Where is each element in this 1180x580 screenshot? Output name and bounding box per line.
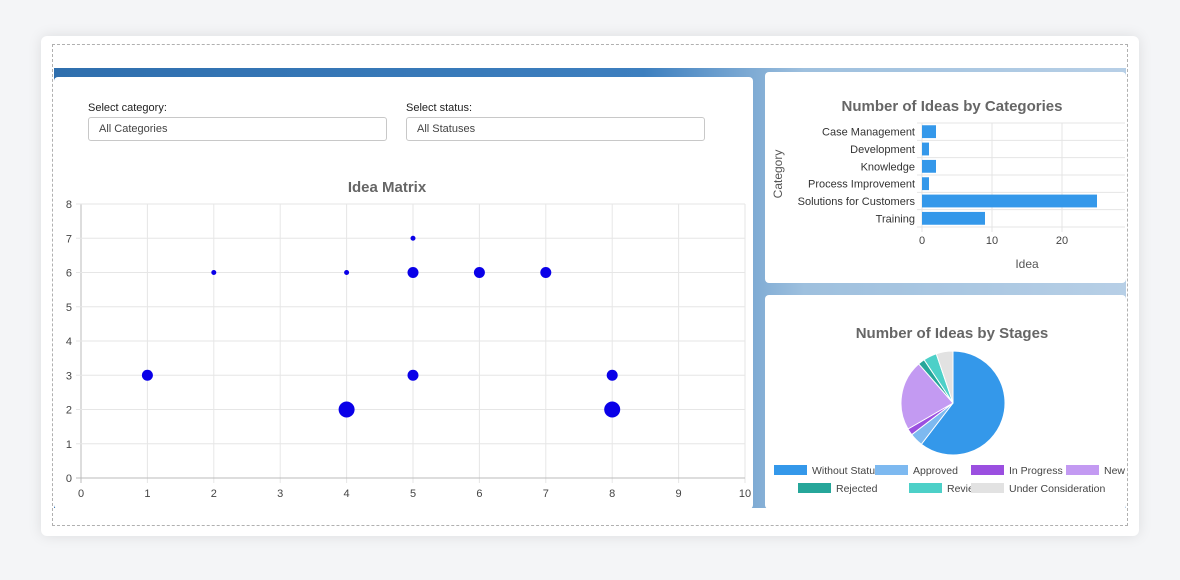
category-label: Solutions for Customers	[798, 196, 916, 208]
category-label: Knowledge	[861, 161, 915, 173]
x-tick-label: 6	[476, 488, 482, 500]
scatter-point	[473, 267, 485, 278]
legend-label: Under Consideration	[1009, 483, 1105, 495]
y-tick-label: 7	[66, 233, 72, 245]
categories-panel: Number of Ideas by Categories Category I…	[765, 72, 1126, 283]
x-tick-label: 9	[676, 488, 682, 500]
y-tick-label: 3	[66, 370, 72, 382]
x-tick-label: 2	[211, 488, 217, 500]
scatter-point	[407, 267, 419, 278]
x-tick-label: 7	[543, 488, 549, 500]
x-tick-label: 3	[277, 488, 283, 500]
idea-matrix-panel: Select category: All Categories Select s…	[54, 77, 753, 509]
x-tick-label: 0	[78, 488, 84, 500]
stages-pie-chart: Number of Ideas by Stages Without Status…	[774, 325, 1125, 495]
category-label: Development	[850, 144, 915, 156]
y-axis-label: Category	[771, 150, 785, 199]
y-tick-label: 0	[66, 473, 72, 485]
category-label: Case Management	[822, 127, 915, 139]
x-tick-label: 8	[609, 488, 615, 500]
legend-swatch	[774, 465, 807, 475]
chart-title: Idea Matrix	[348, 179, 427, 196]
category-bar	[922, 194, 1097, 208]
scatter-point	[606, 369, 618, 381]
category-bar	[922, 177, 929, 191]
x-tick-label: 4	[344, 488, 350, 500]
chart-title: Number of Ideas by Stages	[856, 325, 1049, 342]
category-label: Training	[876, 213, 915, 225]
categories-bar-chart: Number of Ideas by Categories Category I…	[771, 98, 1125, 271]
legend-swatch	[798, 483, 831, 493]
chart-title: Number of Ideas by Categories	[842, 98, 1063, 115]
scatter-point	[211, 270, 217, 275]
legend-swatch	[971, 483, 1004, 493]
category-bar	[922, 142, 929, 156]
y-tick-label: 6	[66, 268, 72, 280]
y-tick-label: 1	[66, 439, 72, 451]
category-bar	[922, 125, 936, 139]
x-tick-label: 20	[1056, 235, 1068, 247]
scatter-point	[141, 369, 153, 381]
x-tick-label: 10	[986, 235, 998, 247]
scatter-point	[338, 401, 355, 418]
legend-label: Without Status	[812, 465, 880, 477]
x-tick-label: 1	[144, 488, 150, 500]
y-tick-label: 4	[66, 336, 72, 348]
category-bar	[922, 159, 936, 173]
y-tick-label: 5	[66, 302, 72, 314]
scatter-point	[407, 369, 419, 381]
x-tick-label: 5	[410, 488, 416, 500]
idea-matrix-chart: Idea Matrix 0 1 2 3 4 5 6 7 8 9 10 0 1 2 3 4 5 6 7 8	[66, 179, 751, 500]
scatter-point	[410, 235, 416, 241]
x-axis-label: Idea	[1015, 257, 1039, 271]
legend-label: Approved	[913, 465, 958, 477]
legend-label: Rejected	[836, 483, 878, 495]
scatter-point	[604, 401, 621, 418]
category-label: Process Improvement	[808, 179, 915, 191]
legend-swatch	[875, 465, 908, 475]
x-tick-label: 0	[919, 235, 925, 247]
legend-label: New	[1104, 465, 1125, 477]
category-bar	[922, 211, 985, 225]
legend-label: In Progress	[1009, 465, 1063, 477]
x-tick-label: 10	[739, 488, 751, 500]
y-tick-label: 8	[66, 199, 72, 211]
legend-swatch	[1066, 465, 1099, 475]
legend-swatch	[971, 465, 1004, 475]
legend-swatch	[909, 483, 942, 493]
scatter-point	[540, 267, 552, 278]
y-tick-label: 2	[66, 405, 72, 417]
stages-panel: Number of Ideas by Stages Without Status…	[765, 295, 1126, 509]
scatter-point	[344, 270, 350, 275]
